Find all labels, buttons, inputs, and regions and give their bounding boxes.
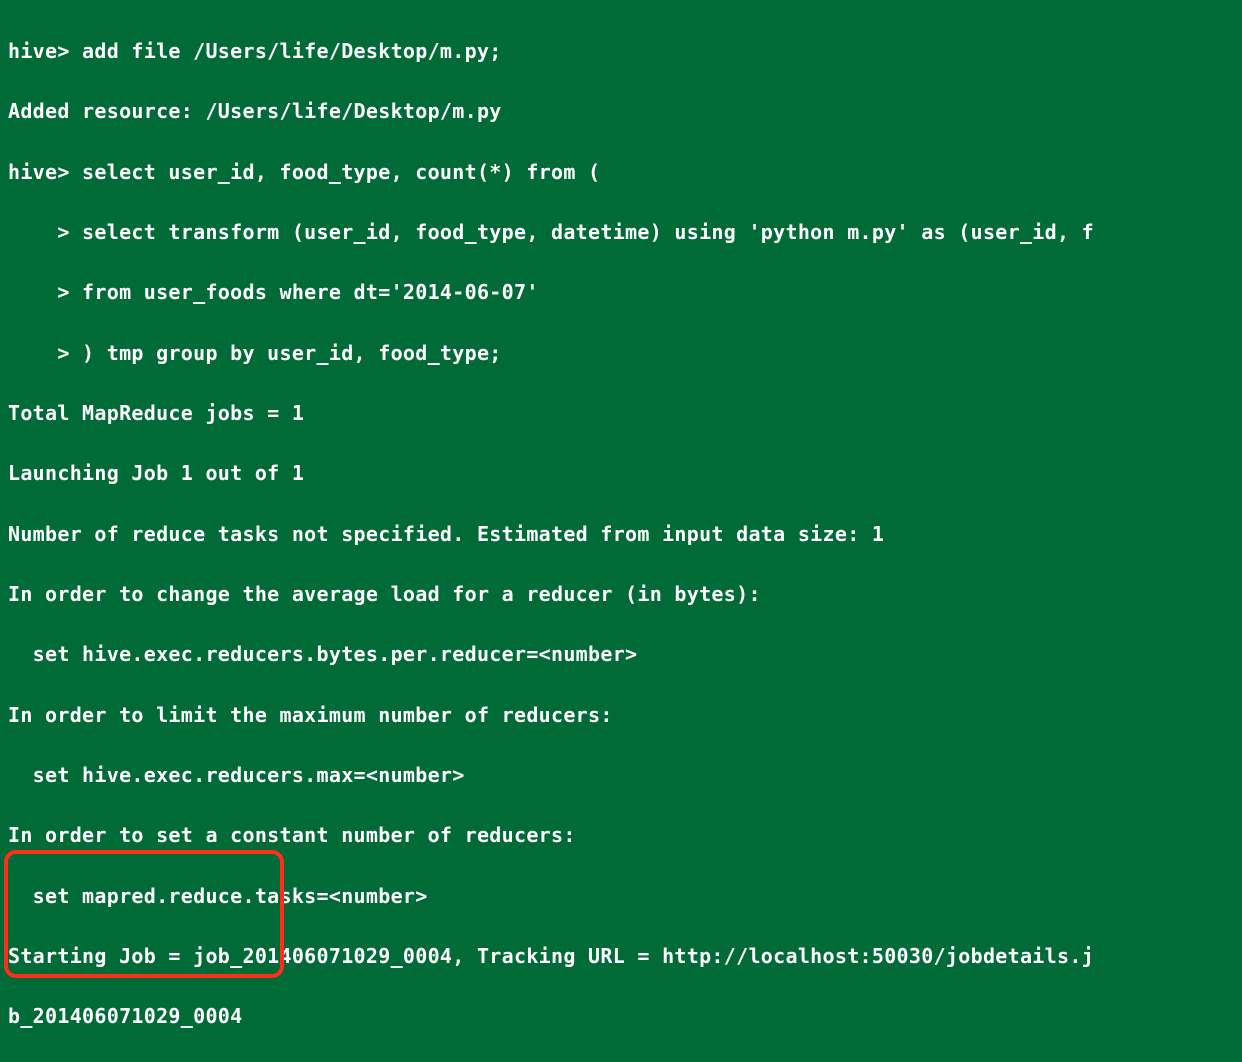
terminal-line: > ) tmp group by user_id, food_type;: [8, 338, 1234, 368]
terminal-line: Starting Job = job_201406071029_0004, Tr…: [8, 941, 1234, 971]
terminal-line: Launching Job 1 out of 1: [8, 458, 1234, 488]
terminal-line: hive> select user_id, food_type, count(*…: [8, 157, 1234, 187]
terminal-line: Total MapReduce jobs = 1: [8, 398, 1234, 428]
terminal-line: set hive.exec.reducers.max=<number>: [8, 760, 1234, 790]
terminal-line: Number of reduce tasks not specified. Es…: [8, 519, 1234, 549]
terminal-line: b_201406071029_0004: [8, 1001, 1234, 1031]
terminal-line: set mapred.reduce.tasks=<number>: [8, 881, 1234, 911]
terminal-line: > from user_foods where dt='2014-06-07': [8, 277, 1234, 307]
terminal-line: hive> add file /Users/life/Desktop/m.py;: [8, 36, 1234, 66]
terminal-line: In order to limit the maximum number of …: [8, 700, 1234, 730]
terminal-line: Added resource: /Users/life/Desktop/m.py: [8, 96, 1234, 126]
terminal[interactable]: hive> add file /Users/life/Desktop/m.py;…: [0, 0, 1242, 1062]
terminal-line: In order to set a constant number of red…: [8, 820, 1234, 850]
terminal-line: > select transform (user_id, food_type, …: [8, 217, 1234, 247]
terminal-line: In order to change the average load for …: [8, 579, 1234, 609]
terminal-line: set hive.exec.reducers.bytes.per.reducer…: [8, 639, 1234, 669]
